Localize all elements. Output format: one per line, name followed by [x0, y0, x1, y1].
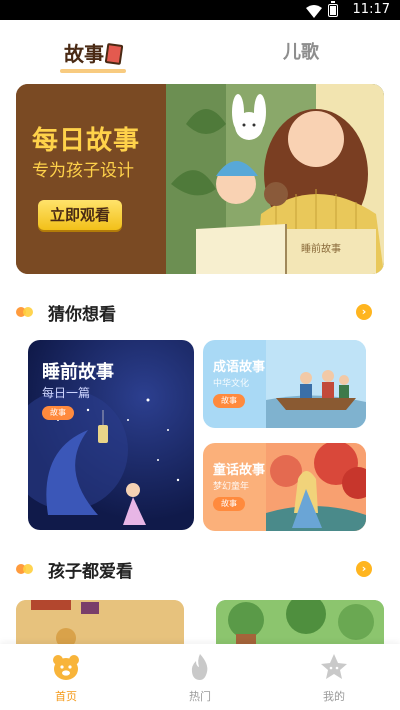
watch-now-button[interactable]: 立即观看 [38, 200, 122, 230]
top-tab-bar: 故事 儿歌 [0, 20, 400, 82]
thumbnail-art-1 [16, 600, 184, 644]
card-fairy-title: 童话故事 [213, 463, 266, 478]
card-idiom-story[interactable]: 成语故事 中华文化 故事 [203, 340, 366, 428]
book-tag-group: 睡前故事 [301, 242, 341, 255]
more-arrow-icon[interactable]: › [356, 561, 372, 577]
bear-home-icon [53, 655, 79, 680]
card-bedtime-subtitle: 每日一篇 [42, 386, 91, 400]
nav-hot[interactable]: 热门 [160, 652, 240, 704]
banner-illustration: 睡前故事 [166, 84, 384, 274]
nav-hot-label: 热门 [189, 690, 211, 703]
tab-songs-label: 儿歌 [283, 42, 319, 63]
banner-subtitle: 专为孩子设计 [32, 161, 134, 181]
tab-stories-label: 故事 [64, 42, 104, 66]
tab-active-indicator [60, 69, 126, 73]
section-dots-icon [16, 564, 38, 574]
section-dots-icon [16, 307, 38, 317]
card-fairy-subtitle: 梦幻童年 [213, 482, 250, 492]
banner-title: 每日故事 [32, 126, 141, 156]
banner-book-text: 睡前故事 [301, 242, 341, 255]
book-icon [104, 42, 124, 66]
more-arrow-icon[interactable]: › [356, 304, 372, 320]
status-time: 11:17 [352, 2, 390, 17]
thumbnail-art-2 [216, 600, 384, 644]
section-title-guess: 猜你想看 [48, 305, 116, 325]
tab-stories[interactable]: 故事 [60, 38, 126, 73]
battery-icon [328, 1, 338, 17]
bottom-navigation: 首页 热门 我的 [0, 644, 400, 710]
card-bedtime-title: 睡前故事 [42, 362, 114, 383]
daily-story-banner[interactable]: 每日故事 专为孩子设计 立即观看 睡前故事 [16, 84, 384, 274]
card-bedtime-story[interactable]: 睡前故事 每日一篇 故事 [28, 340, 194, 530]
princess-illustration [266, 443, 366, 531]
nav-home[interactable]: 首页 [26, 652, 106, 704]
card-idiom-subtitle: 中华文化 [213, 379, 250, 389]
section-header-popular: 孩子都爱看 › [16, 557, 384, 582]
story-thumbnail-1[interactable] [16, 600, 184, 644]
tab-songs[interactable]: 儿歌 [283, 38, 319, 64]
status-bar: 11:17 [0, 0, 400, 20]
boat-illustration [266, 340, 366, 428]
star-face-icon [321, 654, 347, 679]
card-fairy-tale[interactable]: 童话故事 梦幻童年 故事 [203, 443, 366, 531]
card-idiom-title: 成语故事 [213, 360, 266, 375]
nav-mine[interactable]: 我的 [294, 652, 374, 704]
nav-home-label: 首页 [55, 690, 77, 703]
card-fairy-tag: 故事 [213, 497, 245, 511]
flame-icon [191, 654, 208, 680]
card-bedtime-tag: 故事 [42, 406, 74, 420]
story-thumbnail-2[interactable] [216, 600, 384, 644]
nav-mine-label: 我的 [323, 690, 345, 703]
card-idiom-tag: 故事 [213, 394, 245, 408]
section-title-popular: 孩子都爱看 [48, 562, 133, 582]
section-header-guess: 猜你想看 › [16, 300, 384, 325]
